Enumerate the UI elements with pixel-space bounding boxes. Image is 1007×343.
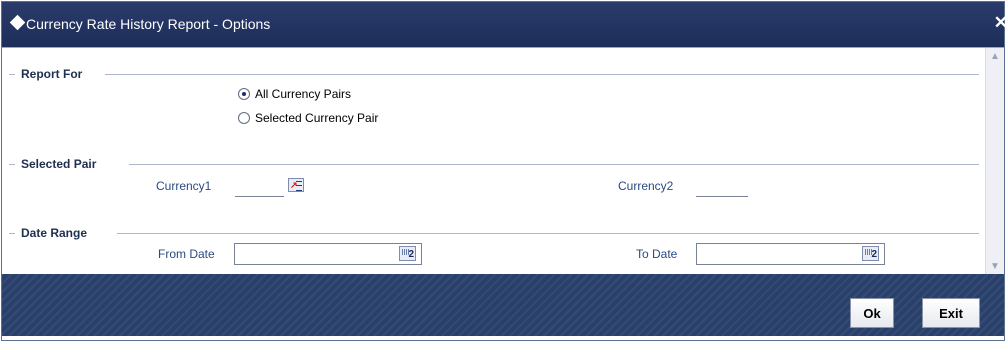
report-options-window: Currency Rate History Report - Options ✕… <box>1 1 1007 341</box>
list-of-values-icon[interactable]: ↗ <box>288 178 304 192</box>
to-date-label: To Date <box>636 247 678 261</box>
radio-button-all-pairs[interactable] <box>238 88 250 100</box>
section-date-range: Date Range <box>9 226 979 241</box>
radio-all-currency-pairs[interactable]: All Currency Pairs <box>238 87 351 101</box>
ok-button[interactable]: Ok <box>850 298 894 328</box>
section-title-report-for: Report For <box>21 67 83 81</box>
calendar-icon[interactable]: 2 <box>399 246 416 261</box>
currency1-label: Currency1 <box>156 179 212 193</box>
footer-bar: Ok Exit <box>2 274 1004 336</box>
window-title: Currency Rate History Report - Options <box>26 16 271 32</box>
section-report-for: Report For <box>9 67 979 82</box>
currency2-label: Currency2 <box>618 179 674 193</box>
scroll-up-icon[interactable]: ▲ <box>987 48 1003 64</box>
to-date-input[interactable] <box>696 243 885 265</box>
radio-label-selected-pair: Selected Currency Pair <box>255 111 379 125</box>
radio-button-selected-pair[interactable] <box>238 112 250 124</box>
scroll-down-icon[interactable]: ▼ <box>987 258 1003 274</box>
close-icon[interactable]: ✕ <box>994 14 1007 31</box>
from-date-input[interactable] <box>234 243 422 265</box>
vertical-scrollbar[interactable]: ▲ ▼ <box>985 48 1004 274</box>
title-bar: Currency Rate History Report - Options ✕ <box>2 2 1007 48</box>
section-title-date-range: Date Range <box>21 226 88 240</box>
calendar-icon[interactable]: 2 <box>862 246 879 261</box>
currency2-input[interactable] <box>696 181 748 197</box>
radio-selected-currency-pair[interactable]: Selected Currency Pair <box>238 111 378 125</box>
currency1-input[interactable] <box>235 181 284 197</box>
options-panel: Report For All Currency Pairs Selected C… <box>9 48 985 274</box>
exit-button[interactable]: Exit <box>922 298 980 328</box>
section-selected-pair: Selected Pair <box>9 157 979 172</box>
diamond-icon <box>9 14 26 31</box>
from-date-label: From Date <box>158 247 215 261</box>
section-title-selected-pair: Selected Pair <box>21 157 97 171</box>
radio-label-all-pairs: All Currency Pairs <box>255 87 352 101</box>
